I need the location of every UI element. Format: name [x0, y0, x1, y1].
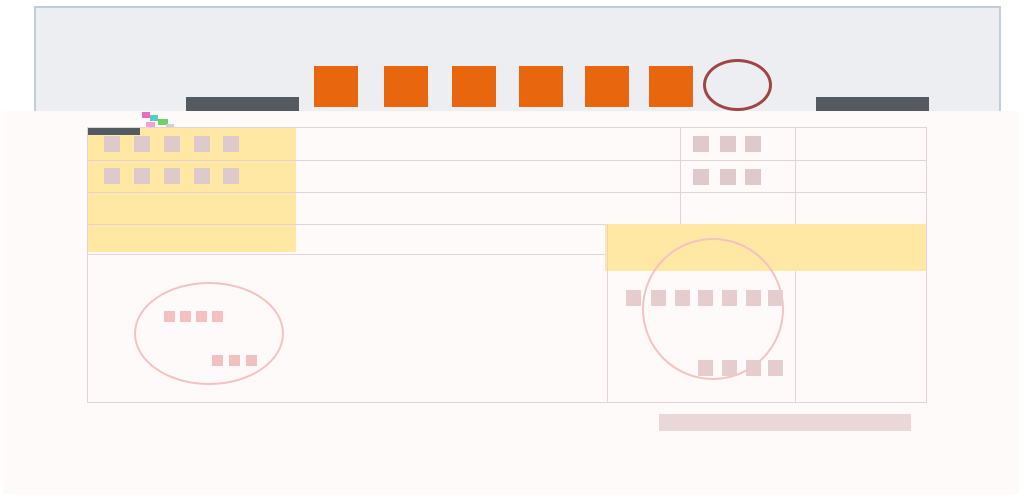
- redacted-text-block: [693, 169, 709, 185]
- table-border-top: [87, 127, 927, 128]
- redacted-text-block: [745, 169, 761, 185]
- left-tab-marker: [88, 127, 140, 135]
- redacted-text-block: [104, 168, 120, 184]
- table-border-left: [87, 127, 88, 403]
- redacted-text-block: [745, 136, 761, 152]
- redacted-text-block: [746, 290, 761, 306]
- redacted-text-block: [698, 360, 713, 376]
- stamp-text-block: [212, 355, 223, 366]
- redacted-text-block: [651, 290, 666, 306]
- header-block-4: [519, 66, 563, 107]
- redacted-text-block: [134, 136, 150, 152]
- redacted-text-block: [768, 290, 783, 306]
- stamp-text-block: [229, 355, 240, 366]
- seal-stamp-icon: [703, 59, 772, 111]
- table-border-right: [926, 127, 927, 403]
- stamp-text-block: [164, 311, 175, 322]
- redacted-text-block: [675, 290, 690, 306]
- redacted-text-block: [194, 136, 210, 152]
- faint-stamp-icon: [642, 238, 784, 380]
- redacted-text-block: [722, 290, 737, 306]
- redacted-text-block: [134, 168, 150, 184]
- redacted-text-block: [194, 168, 210, 184]
- header-rule-right: [816, 97, 929, 112]
- redacted-text-block: [720, 136, 736, 152]
- table-col-line: [680, 127, 681, 224]
- redacted-text-block: [104, 136, 120, 152]
- redacted-text-block: [768, 360, 783, 376]
- table-col-line: [795, 271, 796, 402]
- header-block-3: [452, 66, 496, 107]
- table-border-bottom: [87, 402, 927, 403]
- redacted-text-block: [223, 136, 239, 152]
- table-col-line: [607, 224, 608, 402]
- table-col-line: [795, 127, 796, 224]
- header-block-1: [314, 66, 358, 107]
- redacted-text-block: [746, 360, 761, 376]
- header-block-2: [384, 66, 428, 107]
- table-row-line: [87, 224, 605, 225]
- redacted-text-block: [698, 290, 713, 306]
- header-block-6: [649, 66, 693, 107]
- redacted-text-block: [693, 136, 709, 152]
- faint-stamp-icon: [134, 282, 284, 385]
- redacted-text-block: [720, 169, 736, 185]
- header-rule-left: [186, 97, 299, 112]
- header-block-5: [585, 66, 629, 107]
- stamp-text-block: [246, 355, 257, 366]
- redacted-text-block: [164, 168, 180, 184]
- stamp-text-block: [196, 311, 207, 322]
- redacted-text-block: [722, 360, 737, 376]
- table-row-line: [87, 192, 927, 193]
- redacted-text-block: [626, 290, 641, 306]
- stamp-text-block: [212, 311, 223, 322]
- redacted-text-block: [164, 136, 180, 152]
- footer-signature-bar: [659, 414, 911, 431]
- stamp-text-block: [180, 311, 191, 322]
- table-row-line: [87, 254, 605, 255]
- redacted-text-block: [223, 168, 239, 184]
- table-row-line: [87, 160, 927, 161]
